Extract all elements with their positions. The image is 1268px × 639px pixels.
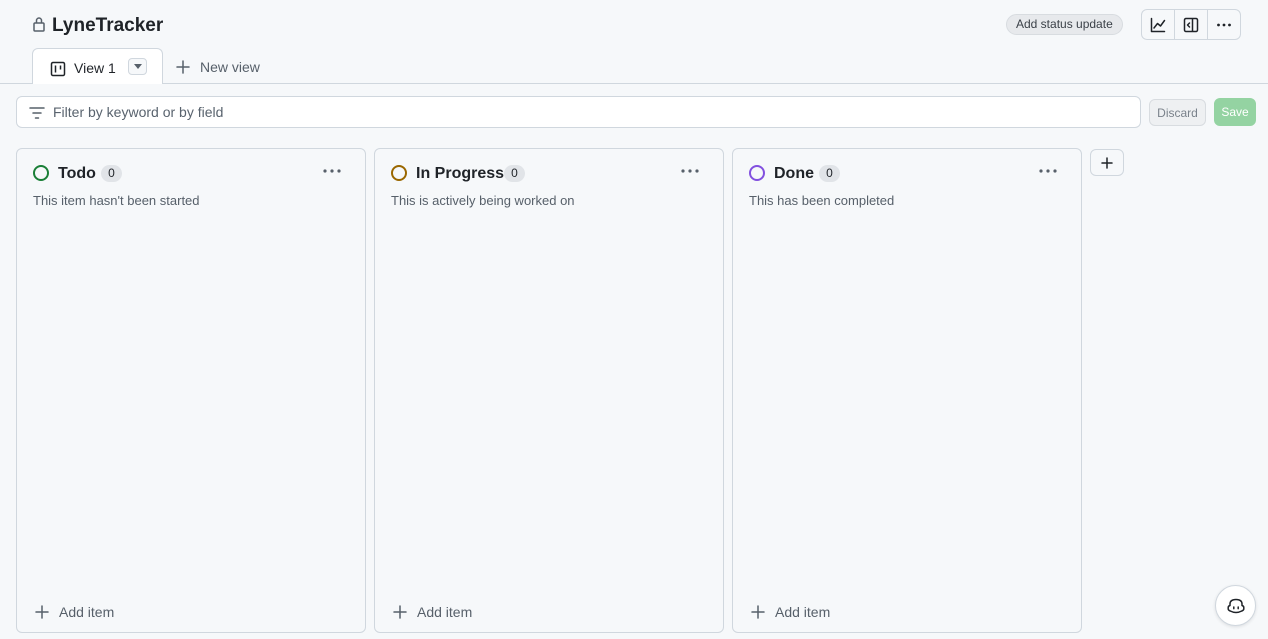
column-description: This is actively being worked on [391,193,575,208]
project-title: LyneTracker [52,15,164,36]
column-title: In Progress [416,165,505,182]
filter-input[interactable] [53,103,1123,121]
insights-button[interactable] [1142,10,1175,39]
copilot-icon [1226,598,1245,614]
new-view-button[interactable]: New view [176,58,260,76]
column-description: This has been completed [749,193,895,208]
board-column-done: Done 0 This has been completed Add item [732,148,1082,633]
kebab-horizontal-icon [1216,17,1232,33]
filter-bar [16,96,1141,128]
column-count-badge: 0 [101,165,122,182]
board-column-todo: Todo 0 This item hasn't been started Add… [16,148,366,633]
kebab-horizontal-icon [1039,169,1057,173]
add-status-update-button[interactable]: Add status update [1006,14,1123,35]
column-title: Todo [58,165,96,182]
more-options-button[interactable] [1208,10,1240,39]
header-button-group [1141,9,1241,40]
board-column-in-progress: In Progress 0 This is actively being wor… [374,148,724,633]
copilot-button[interactable] [1215,585,1256,626]
kebab-horizontal-icon [323,169,341,173]
kebab-horizontal-icon [681,169,699,173]
discard-button[interactable]: Discard [1149,99,1206,126]
status-circle-icon [749,165,765,181]
view-options-dropdown[interactable] [128,58,147,75]
add-item-label: Add item [59,604,115,620]
column-description: This item hasn't been started [33,193,200,208]
add-item-label: Add item [775,604,831,620]
add-item-label: Add item [417,604,473,620]
plus-icon [751,605,765,619]
plus-icon [176,60,190,74]
plus-icon [1101,156,1113,169]
tab-view-label: View 1 [74,60,116,76]
column-menu-button[interactable] [677,161,703,181]
column-title: Done [774,165,814,182]
board-layout-icon [50,61,66,77]
new-view-label: New view [200,59,260,75]
add-column-button[interactable] [1090,149,1124,176]
status-circle-icon [391,165,407,181]
tabs-divider [0,83,1268,84]
column-count-badge: 0 [504,165,525,182]
lock-icon [32,16,46,32]
side-panel-icon [1183,17,1199,33]
add-item-button[interactable]: Add item [751,604,830,620]
side-panel-button[interactable] [1175,10,1208,39]
add-item-button[interactable]: Add item [35,604,114,620]
tab-view-1[interactable]: View 1 [32,48,163,84]
column-menu-button[interactable] [1035,161,1061,181]
insights-graph-icon [1150,17,1166,33]
save-button[interactable]: Save [1214,98,1256,126]
status-circle-icon [33,165,49,181]
caret-down-icon [133,64,142,69]
filter-icon [29,107,45,119]
plus-icon [35,605,49,619]
column-count-badge: 0 [819,165,840,182]
column-menu-button[interactable] [319,161,345,181]
add-item-button[interactable]: Add item [393,604,472,620]
plus-icon [393,605,407,619]
